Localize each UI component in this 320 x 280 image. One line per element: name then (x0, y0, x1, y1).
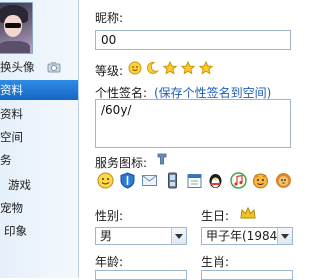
change-avatar-label: 换头像 (0, 60, 35, 74)
change-avatar-link[interactable]: 换头像 (0, 58, 78, 76)
crown-icon (240, 206, 256, 219)
sidebar-item-profile[interactable]: 资料 (0, 80, 78, 100)
star-icon (199, 61, 213, 75)
music-icon[interactable] (230, 172, 247, 189)
zodiac-label: 生肖: (201, 255, 230, 269)
sidebar: 换头像 资料 资料 空间 务 游戏 宠物 印象 (0, 0, 79, 278)
age-input[interactable] (95, 270, 187, 280)
sun-icon (128, 61, 142, 75)
mail-icon[interactable] (141, 172, 158, 189)
nickname-label: 昵称: (95, 11, 124, 25)
star-icon (181, 61, 195, 75)
moon-icon (146, 61, 159, 74)
chevron-down-icon (277, 228, 292, 244)
sidebar-item-label: 游戏 (8, 178, 31, 192)
sidebar-item-label: 空间 (0, 130, 23, 144)
sidebar-item-label: 资料 (0, 107, 23, 121)
gender-select[interactable]: 男 (95, 227, 187, 245)
sidebar-item-label: 宠物 (0, 201, 23, 215)
birth-year-select[interactable]: 甲子年(1984) (201, 227, 293, 245)
sidebar-item-label: 务 (0, 153, 12, 167)
level-label: 等级: (95, 64, 124, 78)
gender-label: 性别: (95, 209, 124, 223)
sidebar-item-details[interactable]: 资料 (0, 104, 78, 124)
birth-year-value: 甲子年(1984) (206, 229, 282, 243)
star-icon (163, 61, 177, 75)
game-icon[interactable] (252, 172, 269, 189)
service-icons-label: 服务图标: (95, 156, 148, 170)
settings-icon[interactable] (155, 152, 169, 166)
face-icon[interactable] (97, 172, 114, 189)
sidebar-item-space[interactable]: 空间 (0, 127, 78, 147)
age-label: 年龄: (95, 255, 124, 269)
gender-value: 男 (100, 229, 113, 243)
phone-icon[interactable] (164, 172, 181, 189)
zodiac-input[interactable] (201, 270, 293, 280)
sidebar-item-games[interactable]: 游戏 (0, 175, 78, 195)
camera-icon (47, 62, 61, 73)
calendar-icon[interactable] (186, 172, 203, 189)
penguin-icon[interactable] (207, 172, 224, 189)
sidebar-item-label: 资料 (0, 83, 23, 97)
lion-icon[interactable] (275, 172, 292, 189)
sidebar-item-pets[interactable]: 宠物 (0, 198, 78, 218)
avatar[interactable] (0, 2, 33, 54)
signature-text: /60y/ (101, 103, 132, 117)
nickname-input[interactable] (95, 30, 291, 50)
birthday-label: 生日: (201, 209, 230, 223)
sidebar-item-services[interactable]: 务 (0, 150, 78, 170)
chevron-down-icon (171, 228, 186, 244)
sidebar-item-impression[interactable]: 印象 (0, 221, 78, 241)
sidebar-item-label: 印象 (4, 224, 27, 238)
shield-icon[interactable] (119, 172, 136, 189)
signature-textarea[interactable]: /60y/ (95, 99, 291, 148)
